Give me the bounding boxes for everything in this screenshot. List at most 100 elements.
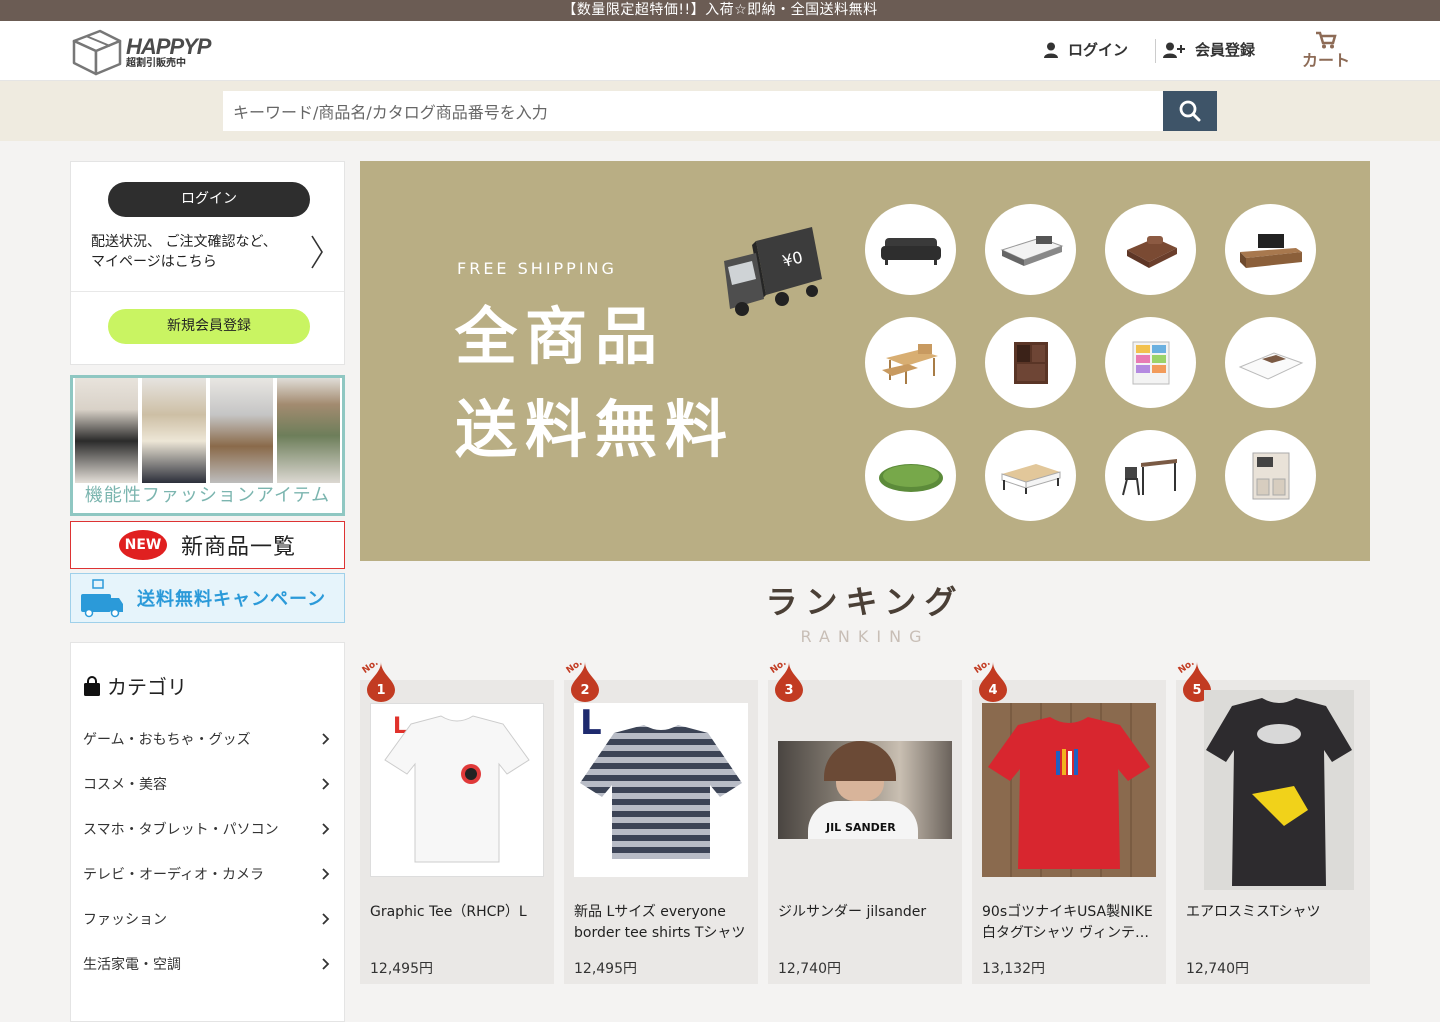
header-register-link[interactable]: 会員登録 [1163,39,1255,60]
brand-print: JIL SANDER [826,821,896,834]
header-register-label: 会員登録 [1195,41,1256,59]
hero-headline-line2: 送料無料 [455,393,736,466]
ranking-card[interactable]: No. 3 JIL SANDER ジルサンダー jilsander 12,740… [768,658,962,984]
rank-number: 1 [376,683,385,698]
new-badge: NEW [118,530,167,560]
delivery-truck-icon: ¥0 [724,227,822,316]
product-image[interactable]: L [370,703,544,877]
ranking-card[interactable]: No. 1 L Graphic Tee（RHCP）L 12,495円 [360,658,554,984]
delivery-truck-icon [81,579,123,618]
new-items-label: 新商品一覧 [180,535,296,560]
grass-rug-icon [865,430,956,521]
coffee-table-icon [985,430,1076,521]
category-label: コスメ・美容 [83,776,167,793]
ranking-card[interactable]: No. 5 エアロスミスTシャツ 12,740円 [1176,658,1370,984]
hero-headline-line1: 全商品 [455,300,666,373]
product-image[interactable] [1204,690,1354,890]
product-price: 12,495円 [574,961,637,977]
category-label: テレビ・オーディオ・カメラ [83,866,265,883]
rank-badge: 1 [367,662,395,702]
ranking-section: ランキング RANKING No. 1 L Graphic Tee（RHCP）L… [360,571,1370,1000]
cart-link[interactable]: カート [1297,31,1355,71]
category-item-appliances[interactable]: 生活家電・空調 [71,941,344,986]
furniture-icon-grid [865,204,1316,521]
dining-set-icon [865,317,956,408]
rank-number: 3 [784,683,793,698]
product-price: 12,740円 [778,961,841,977]
header-login-link[interactable]: ログイン [1044,39,1128,60]
sidebar-login-button[interactable]: ログイン [108,182,310,217]
search-input[interactable]: キーワード/商品名/カタログ商品番号を入力 [223,91,1163,131]
header-login-label: ログイン [1068,41,1129,59]
chevron-right-icon [322,912,330,925]
bed-icon [985,204,1076,295]
logo-name: HAPPYP [126,33,211,59]
product-image[interactable]: L [574,703,748,877]
rank-number: 4 [988,683,997,698]
category-item-cosmetics[interactable]: コスメ・美容 [71,761,344,806]
product-name[interactable]: 90sゴツナイキUSA製NIKE白タグTシャツ ヴィンテ… [982,902,1158,944]
ranking-title: ランキング [765,583,965,621]
search-icon [1179,100,1201,122]
chevron-right-icon[interactable] [310,234,324,270]
category-item-pc[interactable]: スマホ・タブレット・パソコン [71,806,344,851]
rank-number: 2 [580,683,589,698]
rank-badge: 4 [979,662,1007,702]
fashion-banner[interactable]: 機能性ファッションアイテム [70,375,345,516]
drawer-chest-icon [1105,317,1196,408]
ranking-list: No. 1 L Graphic Tee（RHCP）L 12,495円 No. 2… [360,658,1370,984]
category-item-games[interactable]: ゲーム・おもちゃ・グッズ [71,716,344,761]
category-item-tv-audio[interactable]: テレビ・オーディオ・カメラ [71,851,344,896]
ranking-card[interactable]: No. 4 90sゴツナイキUSA製NIKE白タグTシャツ ヴィンテ… 13,1… [972,658,1166,984]
chevron-right-icon [322,957,330,970]
storage-cabinet-icon [985,317,1076,408]
category-item-fashion[interactable]: ファッション [71,896,344,941]
member-box: ログイン 配送状況、 ご注文確認など、 マイページはこちら 新規会員登録 [70,161,345,365]
product-name[interactable]: エアロスミスTシャツ [1186,902,1362,923]
tv-stand-icon [1225,204,1316,295]
product-price: 12,740円 [1186,961,1249,977]
search-button[interactable] [1163,91,1217,131]
search-band: キーワード/商品名/カタログ商品番号を入力 [0,81,1440,141]
category-label: ファッション [83,911,167,928]
mypage-link[interactable]: 配送状況、 ご注文確認など、 マイページはこちら [91,232,277,272]
rank-number: 5 [1192,683,1201,698]
free-shipping-campaign-label: 送料無料キャンペーン [137,589,327,610]
search-placeholder: キーワード/商品名/カタログ商品番号を入力 [233,103,548,122]
hero-free-shipping-label: FREE SHIPPING [457,259,617,278]
logo-subtitle: 超割引販売中 [126,57,186,69]
ranking-card[interactable]: No. 2 L 新品 Lサイズ everyone border tee shir… [564,658,758,984]
product-name[interactable]: 新品 Lサイズ everyone border tee shirts Tシャツ [574,902,750,944]
fashion-banner-label: 機能性ファッションアイテム [84,485,331,506]
mypage-text-line2: マイページはこちら [91,254,217,270]
box-logo-icon [72,29,122,76]
site-header: HAPPYP 超割引販売中 ログイン 会員登録 カート [0,21,1440,81]
product-image[interactable]: JIL SANDER [778,741,952,839]
user-plus-icon [1163,42,1185,58]
product-name[interactable]: ジルサンダー jilsander [778,902,954,923]
chevron-right-icon [322,867,330,880]
product-image[interactable] [982,703,1156,877]
fashion-models-image [73,378,342,483]
rank-badge: 2 [571,662,599,702]
new-items-banner[interactable]: NEW 新商品一覧 [70,521,345,569]
kitchen-rack-icon [1225,430,1316,521]
chevron-right-icon [322,777,330,790]
rank-badge: 3 [775,662,803,702]
site-logo[interactable]: HAPPYP 超割引販売中 [70,27,211,77]
free-shipping-hero-banner[interactable]: FREE SHIPPING 全商品 送料無料 ¥0 [360,161,1370,561]
bedding-icon [1105,204,1196,295]
product-price: 12,495円 [370,961,433,977]
product-name[interactable]: Graphic Tee（RHCP）L [370,902,546,923]
free-shipping-campaign-banner[interactable]: 送料無料キャンペーン [70,573,345,623]
sidebar-register-button[interactable]: 新規会員登録 [108,309,310,344]
category-label: 生活家電・空調 [83,956,181,973]
category-panel: カテゴリ ゲーム・おもちゃ・グッズ コスメ・美容 スマホ・タブレット・パソコン … [70,642,345,1022]
shopping-bag-icon [84,675,100,696]
announcement-bar: 【数量限定超特価!!】入荷☆即納・全国送料無料 [0,0,1440,21]
mypage-text-line1: 配送状況、 ご注文確認など、 [91,234,277,250]
chevron-right-icon [322,732,330,745]
category-label: ゲーム・おもちゃ・グッズ [83,731,251,748]
ranking-subtitle: RANKING [800,627,930,646]
category-heading: カテゴリ [71,671,344,700]
